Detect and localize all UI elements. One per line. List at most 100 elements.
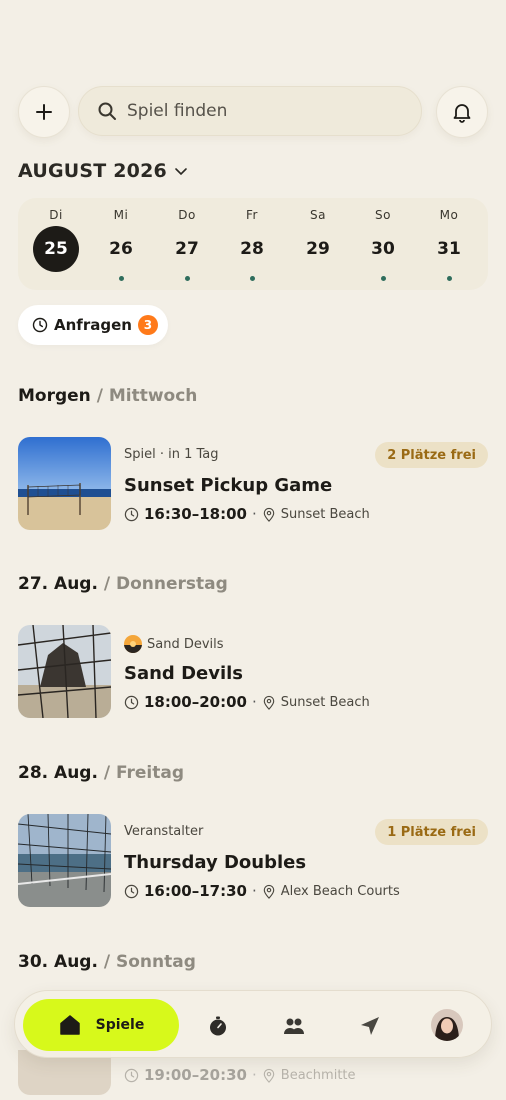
group-icon	[284, 1018, 304, 1034]
separator-dot: ·	[252, 505, 257, 523]
day-26[interactable]: Mi 26	[91, 198, 151, 290]
bottom-navigation: Spiele	[14, 990, 492, 1058]
event-location: Beachmitte	[280, 1067, 356, 1083]
day-30[interactable]: So 30	[353, 198, 413, 290]
location-pin-icon	[263, 1068, 275, 1083]
nav-explore-tab[interactable]	[355, 1011, 385, 1041]
separator-dot: ·	[252, 693, 257, 711]
bell-icon	[453, 104, 471, 123]
day-27[interactable]: Do 27	[157, 198, 217, 290]
event-card[interactable]: Spiel · in 1 Tag Sunset Pickup Game 16:3…	[18, 437, 488, 531]
navigation-arrow-icon	[361, 1017, 379, 1035]
day-number: 29	[306, 239, 330, 259]
event-info: 19:00–20:30 · Beachmitte	[124, 1066, 356, 1084]
event-info: 16:30–18:00 · Sunset Beach	[124, 505, 370, 523]
clock-icon	[124, 1068, 139, 1082]
requests-count-badge: 3	[137, 315, 158, 335]
event-thumbnail	[18, 814, 111, 907]
add-button[interactable]	[18, 86, 70, 138]
event-info: 16:00–17:30 · Alex Beach Courts	[124, 882, 400, 900]
day-name: So	[375, 208, 391, 222]
requests-button[interactable]: Anfragen 3	[18, 305, 168, 345]
event-thumbnail	[18, 625, 111, 718]
requests-label: Anfragen	[54, 316, 132, 334]
location-pin-icon	[263, 507, 275, 522]
spots-free-badge: 2 Plätze frei	[375, 442, 488, 468]
section-header: 27. Aug. / Donnerstag	[18, 574, 228, 594]
section-title: 30. Aug.	[18, 952, 98, 972]
group-avatar	[124, 635, 142, 653]
search-placeholder: Spiel finden	[127, 101, 228, 121]
search-icon	[98, 102, 116, 120]
day-25[interactable]: Di 25	[26, 198, 86, 290]
day-name: Fr	[246, 208, 258, 222]
location-pin-icon	[263, 884, 275, 899]
home-icon	[59, 1015, 80, 1035]
location-pin-icon	[263, 695, 275, 710]
event-dot	[249, 276, 255, 281]
event-dot	[184, 276, 190, 281]
section-subtitle: / Sonntag	[97, 952, 196, 972]
event-title: Sand Devils	[124, 663, 244, 684]
event-card[interactable]: Veranstalter Thursday Doubles 16:00–17:3…	[18, 814, 488, 908]
day-28[interactable]: Fr 28	[222, 198, 282, 290]
clock-icon	[32, 317, 48, 333]
separator-dot: ·	[252, 882, 257, 900]
event-card[interactable]: Sand Devils Sand Devils 18:00–20:00 · Su…	[18, 625, 488, 719]
event-dot	[446, 276, 452, 281]
day-29[interactable]: Sa 29	[288, 198, 348, 290]
event-meta: Spiel · in 1 Tag	[124, 447, 219, 462]
section-title: 27. Aug.	[18, 574, 98, 594]
top-bar: Spiel finden	[18, 86, 488, 138]
day-number: 27	[175, 239, 199, 259]
nav-timer-tab[interactable]	[203, 1011, 233, 1041]
event-title: Sunset Pickup Game	[124, 475, 333, 496]
event-dot	[118, 276, 124, 281]
nav-games-label: Spiele	[95, 1017, 145, 1033]
day-number-selected: 25	[33, 226, 79, 272]
day-name: Do	[178, 208, 196, 222]
event-thumbnail	[18, 437, 111, 530]
stopwatch-icon	[210, 1016, 226, 1036]
day-name: Mi	[113, 208, 129, 222]
chevron-down-icon	[175, 168, 187, 176]
day-name: Sa	[310, 208, 326, 222]
clock-icon	[124, 884, 139, 898]
spots-free-badge: 1 Plätze frei	[375, 819, 488, 845]
clock-icon	[124, 695, 139, 709]
section-title: Morgen	[18, 386, 91, 406]
section-subtitle: / Freitag	[97, 763, 185, 783]
nav-community-tab[interactable]	[279, 1011, 309, 1041]
day-number: 30	[371, 239, 395, 259]
day-number: 28	[240, 239, 264, 259]
month-selector[interactable]: AUGUST 2026	[18, 160, 189, 182]
event-time: 16:00–17:30	[144, 882, 247, 900]
section-title: 28. Aug.	[18, 763, 98, 783]
day-number: 26	[109, 239, 133, 259]
event-time: 19:00–20:30	[144, 1066, 247, 1084]
event-info: 18:00–20:00 · Sunset Beach	[124, 693, 370, 711]
section-subtitle: / Mittwoch	[90, 386, 198, 406]
event-title: Thursday Doubles	[124, 852, 307, 873]
section-header: 28. Aug. / Freitag	[18, 763, 184, 783]
section-header: 30. Aug. / Sonntag	[18, 952, 196, 972]
nav-games-tab[interactable]: Spiele	[23, 999, 179, 1051]
event-meta: Sand Devils	[147, 636, 224, 652]
clock-icon	[124, 507, 139, 521]
nav-profile-avatar[interactable]	[431, 1009, 463, 1041]
day-name: Mo	[439, 208, 459, 222]
event-location: Alex Beach Courts	[280, 883, 400, 899]
notifications-button[interactable]	[436, 86, 488, 138]
plus-icon	[36, 104, 52, 120]
event-location: Sunset Beach	[280, 506, 370, 522]
day-name: Di	[49, 208, 63, 222]
day-31[interactable]: Mo 31	[419, 198, 479, 290]
separator-dot: ·	[252, 1066, 257, 1084]
event-dot	[380, 276, 386, 281]
week-strip: Di 25 Mi 26 Do 27 Fr 28 Sa 29 So 30 Mo 3…	[18, 198, 488, 290]
section-header: Morgen / Mittwoch	[18, 386, 197, 406]
search-input[interactable]: Spiel finden	[78, 86, 422, 136]
event-time: 16:30–18:00	[144, 505, 247, 523]
event-location: Sunset Beach	[280, 694, 370, 710]
event-time: 18:00–20:00	[144, 693, 247, 711]
